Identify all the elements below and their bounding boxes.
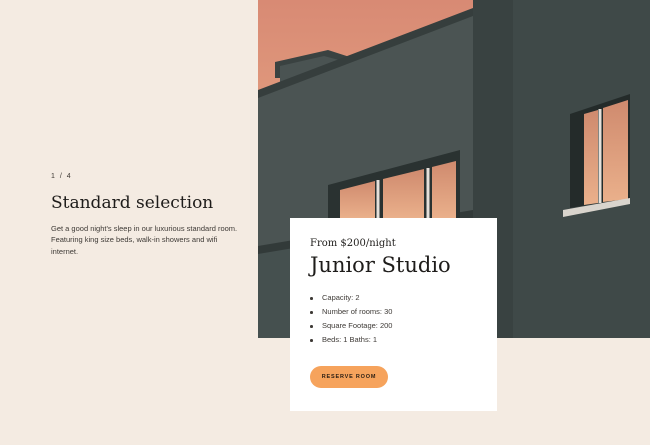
category-description: Get a good night's sleep in our luxuriou… xyxy=(51,223,238,256)
category-title: Standard selection xyxy=(51,193,214,213)
room-category-intro: 1 / 4 Standard selection Get a good nigh… xyxy=(51,173,241,257)
room-price: From $200/night xyxy=(310,238,396,249)
room-features-list: Capacity: 2 Number of rooms: 30 Square F… xyxy=(310,291,477,347)
slide-counter: 1 / 4 xyxy=(51,173,73,180)
room-card: From $200/night Junior Studio Capacity: … xyxy=(290,218,497,411)
room-name: Junior Studio xyxy=(310,253,451,277)
feature-square-footage: Square Footage: 200 xyxy=(310,319,477,333)
feature-beds-baths: Beds: 1 Baths: 1 xyxy=(310,333,477,347)
page: 1 / 4 Standard selection Get a good nigh… xyxy=(0,0,650,445)
feature-number-of-rooms: Number of rooms: 30 xyxy=(310,305,477,319)
reserve-room-button[interactable]: RESERVE ROOM xyxy=(310,366,388,388)
feature-capacity: Capacity: 2 xyxy=(310,291,477,305)
